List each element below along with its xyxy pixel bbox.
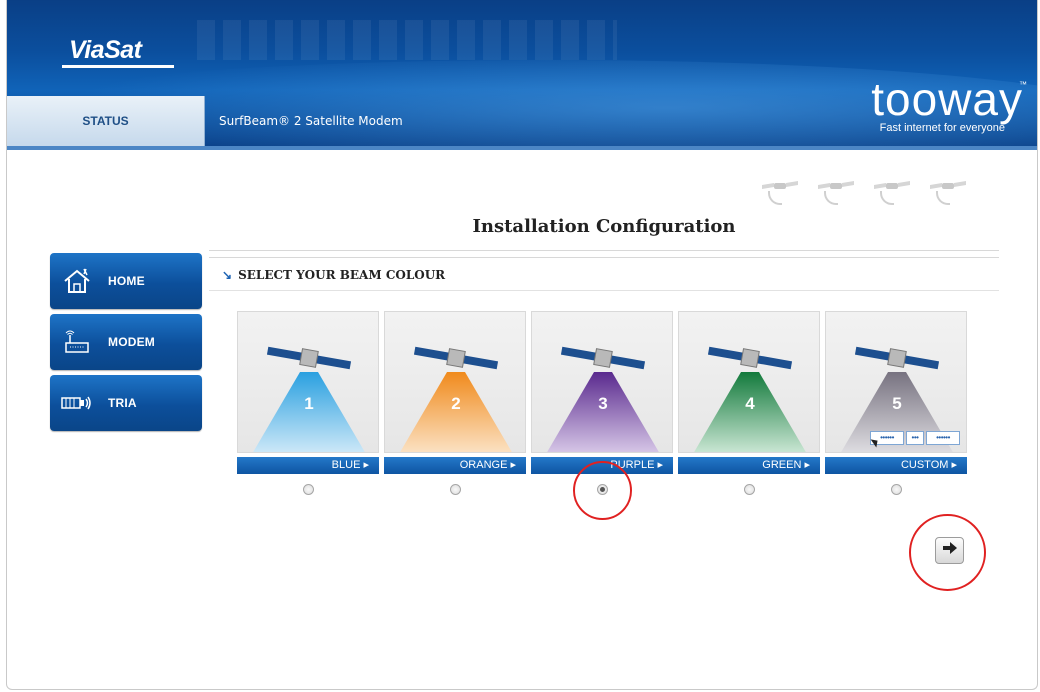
beam-radio-orange[interactable] (449, 484, 461, 495)
beam-number: 5 (892, 394, 902, 413)
sidebar-item-label: TRIA (108, 396, 137, 410)
app-window: ViaSat tooway ™ Fast internet for everyo… (6, 0, 1038, 690)
section-arrow-icon: ↘ (222, 268, 233, 282)
satellite-step-icon (874, 177, 910, 205)
section-title: SELECT YOUR BEAM COLOUR (238, 268, 446, 282)
viasat-logo: ViaSat (69, 36, 142, 64)
custom-beam-field[interactable]: ••• (906, 431, 924, 445)
beam-radio-custom[interactable] (890, 484, 902, 495)
page-title: Installation Configuration (472, 216, 736, 237)
beam-number: 2 (451, 394, 461, 413)
beam-label[interactable]: GREEN ▸ (678, 457, 820, 474)
beam-radio-green[interactable] (743, 484, 755, 495)
sidebar-item-modem[interactable]: MODEM (50, 314, 202, 370)
beam-option-orange[interactable]: 2 ORANGE ▸ (384, 311, 526, 495)
header-banner: ViaSat tooway ™ Fast internet for everyo… (7, 0, 1037, 150)
product-name: SurfBeam® 2 Satellite Modem (219, 114, 403, 128)
sidebar-item-home[interactable]: HOME (50, 253, 202, 309)
sidebar-item-label: MODEM (108, 335, 155, 349)
beam-label[interactable]: BLUE ▸ (237, 457, 379, 474)
beam-number: 4 (745, 394, 755, 413)
section-heading: ↘ SELECT YOUR BEAM COLOUR (222, 268, 445, 282)
beam-number: 3 (598, 394, 608, 413)
beam-option-blue[interactable]: 1 BLUE ▸ (237, 311, 379, 495)
highlight-circle-selected-radio (573, 461, 632, 520)
beam-number: 1 (304, 394, 314, 413)
beam-option-custom[interactable]: 5 •••••• ••• •••••• CUSTOM ▸ (825, 311, 967, 495)
satellite-step-icon (818, 177, 854, 205)
highlight-circle-next-button (909, 514, 986, 591)
title-divider (209, 250, 999, 258)
beam-image[interactable]: 4 (678, 311, 820, 453)
beam-radio-blue[interactable] (302, 484, 314, 495)
header-divider (7, 146, 1037, 150)
tab-status[interactable]: STATUS (7, 96, 205, 146)
custom-beam-field[interactable]: •••••• (926, 431, 960, 445)
section-divider (209, 290, 999, 291)
beam-image[interactable]: 1 (237, 311, 379, 453)
tooway-trademark: ™ (1019, 80, 1027, 89)
modem-icon (60, 327, 94, 357)
header-tile-pattern (197, 20, 617, 60)
beam-label[interactable]: CUSTOM ▸ (825, 457, 967, 474)
sidebar-item-tria[interactable]: TRIA (50, 375, 202, 431)
beam-option-green[interactable]: 4 GREEN ▸ (678, 311, 820, 495)
sidebar-item-label: HOME (108, 274, 145, 288)
beam-image[interactable]: 3 (531, 311, 673, 453)
house-icon (60, 266, 94, 296)
viasat-logo-underline (62, 65, 174, 68)
tria-icon (60, 388, 94, 418)
beam-image[interactable]: 2 (384, 311, 526, 453)
sidebar: HOME MODEM TRIA (50, 253, 202, 436)
satellite-step-icon (930, 177, 966, 205)
beam-label[interactable]: ORANGE ▸ (384, 457, 526, 474)
beam-image[interactable]: 5 •••••• ••• •••••• (825, 311, 967, 453)
satellite-step-icon (762, 177, 798, 205)
installation-progress (762, 177, 966, 205)
header-nav-bar: STATUS SurfBeam® 2 Satellite Modem (7, 96, 1037, 146)
